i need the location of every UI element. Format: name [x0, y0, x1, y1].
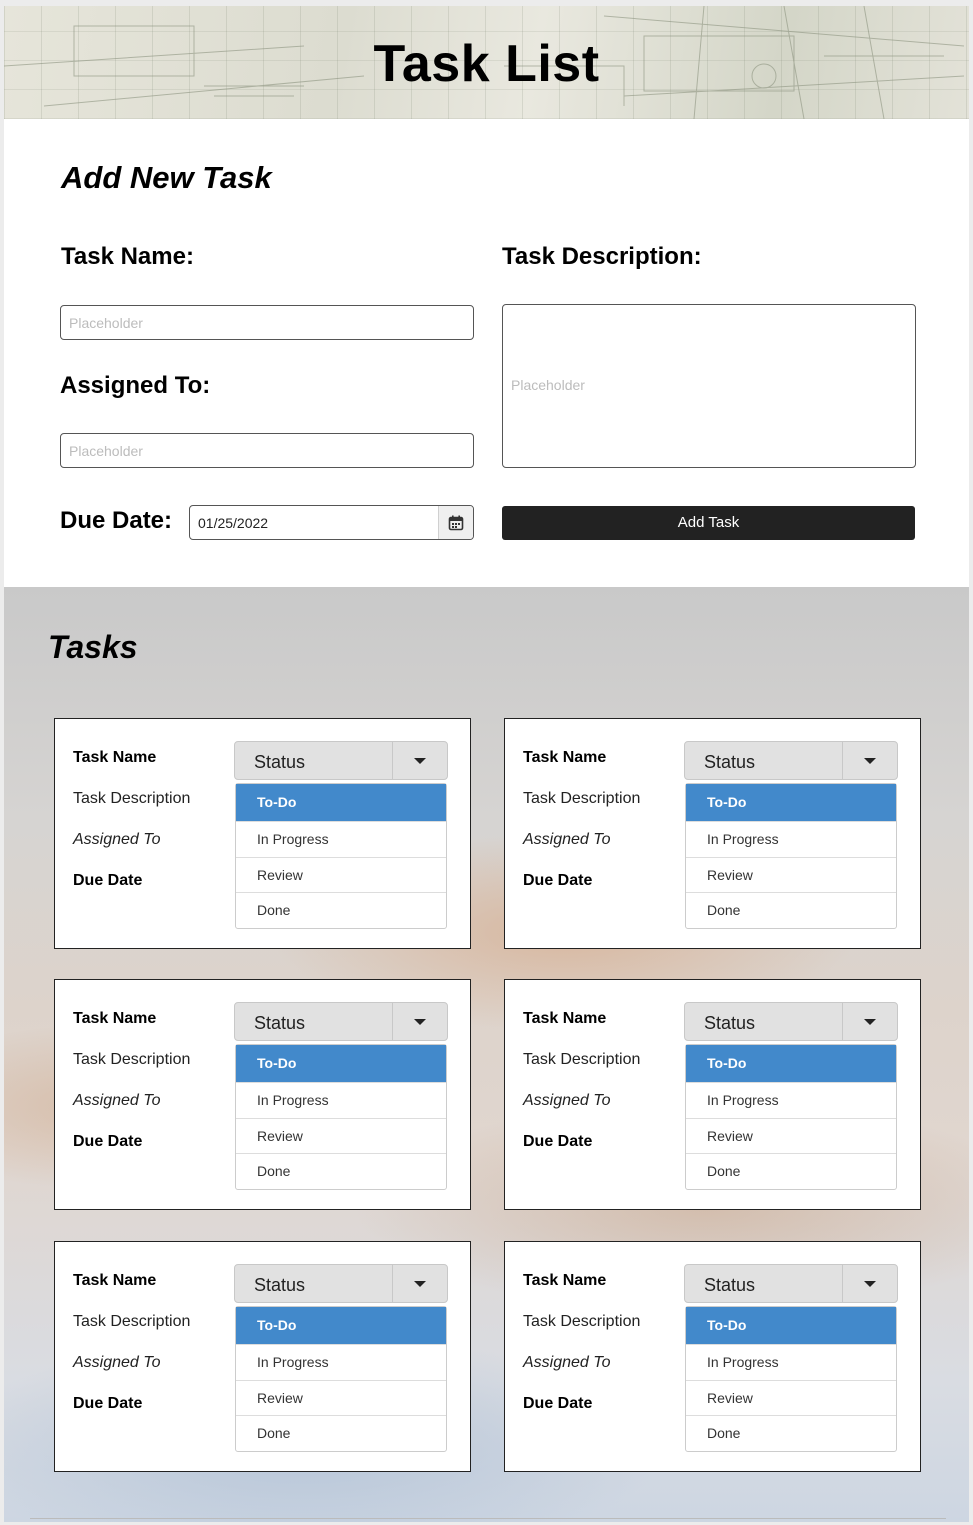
task-name: Task Name — [73, 749, 157, 766]
task-assigned-to: Assigned To — [73, 1092, 161, 1109]
status-option-todo[interactable]: To-Do — [686, 1045, 896, 1082]
calendar-icon[interactable] — [438, 506, 473, 539]
status-option-todo[interactable]: To-Do — [686, 784, 896, 821]
page: Task List Add New Task Task Name: Placeh… — [4, 6, 969, 1522]
task-description: Task Description — [73, 1051, 191, 1068]
task-description: Task Description — [73, 790, 191, 807]
task-description: Task Description — [523, 1051, 641, 1068]
task-description-label: Task Description: — [502, 243, 702, 270]
add-task-button[interactable]: Add Task — [502, 506, 915, 540]
caret-down-icon[interactable] — [392, 1003, 447, 1040]
task-name: Task Name — [73, 1272, 157, 1289]
divider — [30, 1518, 946, 1519]
task-assigned-to: Assigned To — [523, 1092, 611, 1109]
task-description-textarea[interactable]: Placeholder — [502, 304, 916, 468]
caret-down-icon[interactable] — [842, 742, 897, 779]
task-assigned-to: Assigned To — [73, 831, 161, 848]
task-description: Task Description — [73, 1313, 191, 1330]
status-option-review[interactable]: Review — [686, 856, 896, 893]
status-dropdown-button[interactable]: Status — [684, 741, 898, 780]
status-label: Status — [254, 1013, 306, 1033]
status-option-todo[interactable]: To-Do — [236, 1045, 446, 1082]
status-option-done[interactable]: Done — [236, 892, 446, 928]
status-option-in-progress[interactable]: In Progress — [236, 1344, 446, 1380]
status-option-review[interactable]: Review — [686, 1117, 896, 1154]
task-name: Task Name — [523, 749, 607, 766]
task-description: Task Description — [523, 1313, 641, 1330]
task-assigned-to: Assigned To — [73, 1354, 161, 1371]
status-option-done[interactable]: Done — [686, 892, 896, 928]
task-card: Task Name Task Description Assigned To Due … — [54, 1241, 471, 1472]
task-card: Task Name Task Description Assigned To Due … — [54, 718, 471, 949]
task-name: Task Name — [73, 1010, 157, 1027]
task-assigned-to: Assigned To — [523, 831, 611, 848]
task-due-date: Due Date — [523, 1395, 593, 1412]
caret-down-icon[interactable] — [392, 1265, 447, 1302]
status-option-done[interactable]: Done — [686, 1153, 896, 1189]
status-option-in-progress[interactable]: In Progress — [686, 1344, 896, 1380]
task-name-input[interactable]: Placeholder — [60, 305, 474, 340]
status-label: Status — [704, 752, 756, 772]
caret-down-icon[interactable] — [392, 742, 447, 779]
status-dropdown-button[interactable]: Status — [684, 1002, 898, 1041]
task-card: Task Name Task Description Assigned To Due … — [54, 979, 471, 1210]
status-label: Status — [254, 752, 306, 772]
task-due-date: Due Date — [523, 1133, 593, 1150]
status-dropdown-button[interactable]: Status — [234, 1002, 448, 1041]
status-menu: To-Do In Progress Review Done — [235, 1044, 447, 1190]
status-option-review[interactable]: Review — [236, 1379, 446, 1416]
status-menu: To-Do In Progress Review Done — [235, 783, 447, 929]
task-card: Task Name Task Description Assigned To Due … — [504, 718, 921, 949]
page-title: Task List — [373, 35, 600, 93]
task-name: Task Name — [523, 1010, 607, 1027]
due-date-label: Due Date: — [60, 507, 173, 534]
status-dropdown-button[interactable]: Status — [234, 1264, 448, 1303]
status-option-done[interactable]: Done — [236, 1415, 446, 1451]
status-menu: To-Do In Progress Review Done — [685, 783, 897, 929]
task-due-date: Due Date — [73, 1133, 143, 1150]
status-menu: To-Do In Progress Review Done — [235, 1306, 447, 1452]
task-card: Task Name Task Description Assigned To Due … — [504, 1241, 921, 1472]
task-name: Task Name — [523, 1272, 607, 1289]
task-due-date: Due Date — [523, 872, 593, 889]
status-option-review[interactable]: Review — [236, 856, 446, 893]
status-option-done[interactable]: Done — [686, 1415, 896, 1451]
status-option-done[interactable]: Done — [236, 1153, 446, 1189]
status-label: Status — [704, 1013, 756, 1033]
status-dropdown-button[interactable]: Status — [684, 1264, 898, 1303]
status-option-review[interactable]: Review — [686, 1379, 896, 1416]
status-menu: To-Do In Progress Review Done — [685, 1306, 897, 1452]
assigned-to-label: Assigned To: — [60, 372, 211, 399]
task-description: Task Description — [523, 790, 641, 807]
status-menu: To-Do In Progress Review Done — [685, 1044, 897, 1190]
task-name-label: Task Name: — [61, 243, 194, 270]
due-date-value: 01/25/2022 — [198, 515, 269, 531]
header-banner: Task List — [4, 6, 969, 119]
assigned-to-input[interactable]: Placeholder — [60, 433, 474, 468]
caret-down-icon[interactable] — [842, 1003, 897, 1040]
status-dropdown-button[interactable]: Status — [234, 741, 448, 780]
task-card: Task Name Task Description Assigned To Due … — [504, 979, 921, 1210]
caret-down-icon[interactable] — [842, 1265, 897, 1302]
status-option-todo[interactable]: To-Do — [236, 1307, 446, 1344]
add-task-heading: Add New Task — [61, 160, 272, 195]
status-label: Status — [704, 1275, 756, 1295]
tasks-heading: Tasks — [48, 629, 138, 665]
status-option-in-progress[interactable]: In Progress — [236, 1082, 446, 1118]
due-date-input[interactable]: 01/25/2022 — [189, 505, 474, 540]
status-option-in-progress[interactable]: In Progress — [236, 821, 446, 857]
status-option-in-progress[interactable]: In Progress — [686, 1082, 896, 1118]
status-option-review[interactable]: Review — [236, 1117, 446, 1154]
status-option-todo[interactable]: To-Do — [686, 1307, 896, 1344]
status-label: Status — [254, 1275, 306, 1295]
status-option-todo[interactable]: To-Do — [236, 784, 446, 821]
tasks-section: Tasks Task Name Task Description Assigned … — [4, 587, 969, 1522]
task-due-date: Due Date — [73, 872, 143, 889]
task-due-date: Due Date — [73, 1395, 143, 1412]
status-option-in-progress[interactable]: In Progress — [686, 821, 896, 857]
task-assigned-to: Assigned To — [523, 1354, 611, 1371]
